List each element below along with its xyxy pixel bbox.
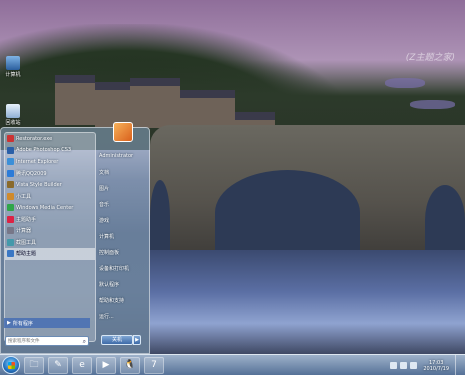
clock-date: 2010/7/19 — [423, 365, 449, 372]
all-programs-button[interactable]: ▶ 所有程序 — [4, 318, 90, 328]
start-menu-right-pane: Administrator 文档 图片 音乐 游戏 计算机 控制面板 设备和打印… — [97, 148, 149, 324]
right-item-administrator[interactable]: Administrator — [97, 148, 149, 164]
program-item-snipping-tool[interactable]: 截图工具 — [5, 237, 95, 249]
gadgets-icon — [7, 192, 14, 200]
bridge-arch — [425, 185, 465, 255]
wallpaper-house — [95, 82, 130, 127]
search-input[interactable]: 搜索程序和文件 ⌕ — [5, 336, 89, 346]
bridge-arch — [150, 180, 170, 255]
taskbar: 🗀 ✎ e ▶ 🐧 7 17:03 2010/7/19 — [0, 354, 465, 375]
start-menu: Restorator.exe Adobe Photoshop CS3 Inter… — [0, 122, 150, 354]
tray-network-icon[interactable] — [390, 362, 398, 369]
program-item-gadgets[interactable]: 小工具 — [5, 191, 95, 203]
program-label: 小工具 — [16, 193, 32, 200]
right-item-pictures[interactable]: 图片 — [97, 180, 149, 196]
program-label: Adobe Photoshop CS3 — [16, 147, 72, 154]
program-label: 主题助手 — [16, 216, 37, 223]
right-item-computer[interactable]: 计算机 — [97, 228, 149, 244]
snipping-tool-icon — [7, 238, 14, 246]
program-label: 腾讯QQ2009 — [16, 170, 47, 177]
right-item-documents[interactable]: 文档 — [97, 164, 149, 180]
search-icon: ⌕ — [82, 338, 86, 345]
program-item-internet-explorer[interactable]: Internet Explorer — [5, 156, 95, 168]
tray-volume-icon[interactable] — [400, 362, 408, 369]
desktop-icon-label: 计算机 — [5, 72, 21, 78]
taskbar-windows7-button[interactable]: 7 — [144, 356, 164, 374]
search-placeholder: 搜索程序和文件 — [8, 339, 40, 344]
theme-helper-icon — [7, 215, 14, 223]
program-item-calculator[interactable]: 计算器 — [5, 225, 95, 237]
program-label: Windows Media Center — [16, 204, 74, 211]
program-label: 截图工具 — [16, 239, 37, 246]
taskbar-pen-button[interactable]: ✎ — [48, 356, 68, 374]
photoshop-icon — [7, 146, 14, 154]
program-item-photoshop[interactable]: Adobe Photoshop CS3 — [5, 145, 95, 157]
computer-icon — [6, 56, 20, 70]
media-center-icon — [7, 204, 14, 212]
taskbar-explorer-button[interactable]: 🗀 — [24, 356, 44, 374]
all-programs-label: 所有程序 — [12, 320, 33, 327]
right-item-default-programs[interactable]: 默认程序 — [97, 276, 149, 292]
right-item-help-support[interactable]: 帮助和支持 — [97, 292, 149, 308]
user-picture[interactable] — [113, 122, 133, 142]
bridge-arch — [215, 170, 360, 255]
calculator-icon — [7, 227, 14, 235]
program-item-restorator[interactable]: Restorator.exe — [5, 133, 95, 145]
wallpaper-cloud — [385, 78, 425, 88]
tray-flag-icon[interactable] — [410, 362, 418, 369]
desktop-icon-recycle-bin[interactable]: 回收站 — [2, 104, 24, 126]
right-item-control-panel[interactable]: 控制面板 — [97, 244, 149, 260]
desktop-icon-label: 回收站 — [5, 120, 21, 126]
right-item-games[interactable]: 游戏 — [97, 212, 149, 228]
right-item-music[interactable]: 音乐 — [97, 196, 149, 212]
wallpaper-cloud — [410, 100, 455, 109]
help-icon — [7, 250, 14, 258]
wallpaper-watermark: (Z主题之家) — [405, 53, 455, 63]
wallpaper-house — [180, 90, 235, 130]
program-label: Internet Explorer — [16, 158, 59, 165]
wallpaper-bridge — [150, 125, 465, 255]
start-button[interactable] — [2, 356, 20, 374]
vsb-icon — [7, 181, 14, 189]
qq-icon — [7, 169, 14, 177]
ie-icon — [7, 158, 14, 166]
shutdown-button[interactable]: 关机 — [101, 335, 133, 345]
recycle-bin-icon — [6, 104, 20, 118]
show-desktop-button[interactable] — [455, 355, 461, 375]
program-label: Restorator.exe — [16, 135, 53, 142]
program-item-vista-style-builder[interactable]: Vista Style Builder — [5, 179, 95, 191]
desktop-icon-computer[interactable]: 计算机 — [2, 56, 24, 78]
program-item-theme-helper[interactable]: 主题助手 — [5, 214, 95, 226]
restorator-icon — [7, 135, 14, 143]
wallpaper-water — [150, 250, 465, 355]
taskbar-qq-button[interactable]: 🐧 — [120, 356, 140, 374]
right-item-run[interactable]: 运行... — [97, 308, 149, 324]
arrow-right-icon: ▶ — [7, 320, 11, 326]
taskbar-clock[interactable]: 17:03 2010/7/19 — [423, 360, 449, 372]
taskbar-ie-button[interactable]: e — [72, 356, 92, 374]
programs-list: Restorator.exe Adobe Photoshop CS3 Inter… — [4, 132, 96, 342]
shutdown-options-button[interactable]: ▶ — [133, 335, 141, 345]
wallpaper-house — [130, 78, 180, 128]
program-label: 计算器 — [16, 228, 32, 235]
program-label: 帮助主题 — [16, 251, 37, 258]
system-tray: 17:03 2010/7/19 — [390, 355, 465, 375]
taskbar-player-button[interactable]: ▶ — [96, 356, 116, 374]
program-item-media-center[interactable]: Windows Media Center — [5, 202, 95, 214]
right-item-devices-printers[interactable]: 设备和打印机 — [97, 260, 149, 276]
wallpaper-house — [55, 75, 95, 125]
program-label: Vista Style Builder — [16, 181, 62, 188]
program-item-help[interactable]: 帮助主题 — [5, 248, 95, 260]
program-item-qq[interactable]: 腾讯QQ2009 — [5, 168, 95, 180]
